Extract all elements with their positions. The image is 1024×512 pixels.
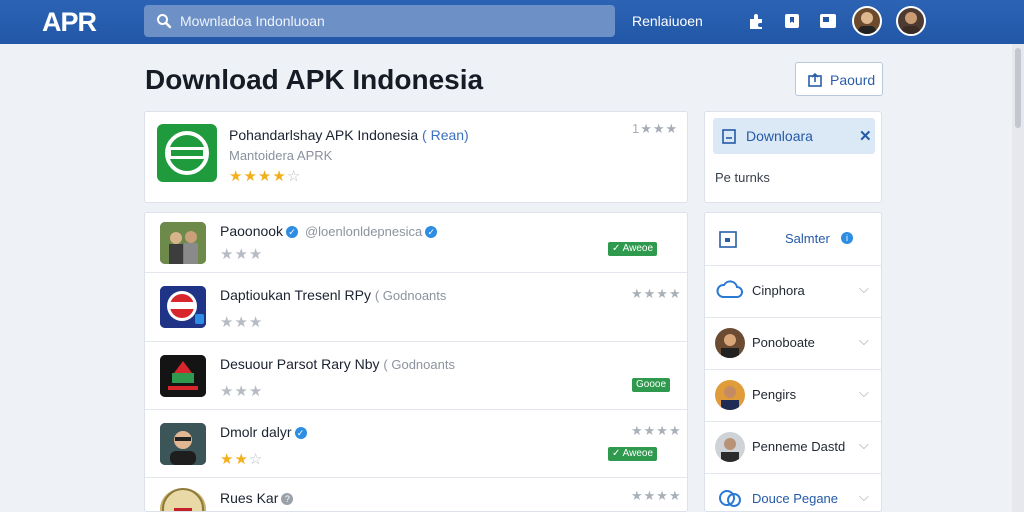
upload-icon: [808, 73, 822, 87]
bookmark-icon[interactable]: [782, 11, 802, 31]
app-handle: ( Godnoants: [383, 357, 455, 372]
search-icon: [157, 14, 172, 29]
star-icon: ☆: [286, 168, 302, 185]
verified-icon: ✓: [294, 427, 307, 440]
star-rating: ★★★: [220, 383, 264, 400]
app-icon: [160, 488, 206, 511]
list-item[interactable]: Dmolr dalyr ✓ ★★★★ ★★☆ ✓ Aweoe: [145, 409, 687, 477]
rating-label: ★★★★: [631, 488, 682, 503]
image-icon[interactable]: [818, 11, 838, 31]
side-item-label: Pengirs: [752, 387, 797, 402]
featured-app-subtitle: Mantoidera APRK: [229, 148, 333, 163]
cloud-icon: [715, 276, 745, 306]
star-rating: ★★★: [220, 314, 264, 331]
scrollbar-thumb[interactable]: [1015, 48, 1021, 128]
star-rating: ★★☆: [220, 451, 264, 468]
featured-tag: ( Rean): [422, 127, 469, 143]
close-icon[interactable]: ✕: [859, 127, 872, 145]
puzzle-icon[interactable]: [747, 11, 767, 31]
app-icon: [160, 355, 206, 397]
star-icon: ★: [257, 168, 273, 185]
list-item[interactable]: Paoonook ✓ @loenlonldepnesica ✓ ★★★ ✓ Aweo…: [145, 213, 687, 272]
side-item-label: Ponoboate: [752, 335, 815, 350]
chevron-down-icon: ⌵: [859, 437, 869, 452]
side-item-label: Douce Pegane: [752, 491, 839, 506]
app-name[interactable]: Dmolr dalyr ✓: [220, 424, 310, 440]
avatar: [715, 328, 745, 358]
side-section-label: Salmter: [785, 231, 830, 246]
chevron-down-icon: ⌵: [859, 281, 869, 296]
report-button[interactable]: Paourd: [795, 62, 883, 96]
app-name-text: Rues Kar: [220, 490, 279, 506]
side-item[interactable]: Pengirs ⌵: [705, 369, 881, 421]
side-item[interactable]: Penneme Dastd ⌵: [705, 421, 881, 473]
download-panel: Downloara ✕ Pe turnks: [704, 111, 882, 203]
top-bar: APR Mownladoa Indonluoan Renlaiuoen: [0, 0, 1024, 44]
download-label: Downloara: [746, 128, 813, 144]
app-handle: @loenlonldepnesica: [304, 224, 423, 239]
featured-app-card[interactable]: Pohandarlshay APK Indonesia ( Rean) Mant…: [144, 111, 688, 203]
avatar-secondary[interactable]: [896, 6, 926, 36]
chevron-down-icon: ⌵: [859, 333, 869, 348]
list-item[interactable]: Rues Kar? ★★★★: [145, 477, 687, 511]
app-name-text: Desuour Parsot Rary Nby: [220, 356, 380, 372]
status-badge: Goooe: [632, 378, 671, 392]
side-item-label: Penneme Dastd: [752, 439, 846, 454]
info-icon: i: [841, 232, 853, 244]
app-list: Paoonook ✓ @loenlonldepnesica ✓ ★★★ ✓ Aweo…: [144, 212, 688, 512]
list-item[interactable]: Desuour Parsot Rary Nby ( Godnoants ★★★ …: [145, 341, 687, 409]
featured-rating-label: 1★★★: [632, 121, 679, 136]
list-item[interactable]: Daptioukan Tresenl RPy ( Godnoants ★★★★ …: [145, 272, 687, 341]
top-nav-link[interactable]: Renlaiuoen: [632, 13, 703, 29]
status-badge: ✓ Aweoe: [608, 447, 658, 461]
app-name[interactable]: Desuour Parsot Rary Nby ( Godnoants: [220, 356, 455, 372]
star-icon: ★: [229, 168, 244, 185]
download-text: Pe turnks: [715, 170, 770, 185]
featured-app-title[interactable]: Pohandarlshay APK Indonesia ( Rean): [229, 127, 469, 143]
app-name-text: Dmolr dalyr: [220, 424, 292, 440]
verified-icon: ✓: [286, 226, 299, 239]
app-name[interactable]: Paoonook ✓ @loenlonldepnesica ✓: [220, 223, 440, 239]
search-input[interactable]: Mownladoa Indonluoan: [144, 5, 615, 37]
side-item[interactable]: Cinphora ⌵: [705, 265, 881, 317]
app-icon: [160, 423, 206, 465]
app-icon: [160, 286, 206, 328]
featured-star-rating: ★★★★☆: [229, 167, 301, 185]
star-rating: ★★★: [220, 246, 264, 263]
report-label: Paourd: [830, 72, 876, 88]
star-icon: ★: [243, 168, 258, 185]
verified-icon: ?: [281, 493, 294, 506]
avatar: [715, 432, 745, 462]
featured-title-text: Pohandarlshay APK Indonesia: [229, 127, 419, 143]
download-header[interactable]: Downloara ✕: [713, 118, 875, 154]
side-item-label: Cinphora: [752, 283, 805, 298]
side-section: Salmter i Cinphora ⌵ Ponoboate ⌵ Pengirs…: [704, 212, 882, 512]
side-item[interactable]: Ponoboate ⌵: [705, 317, 881, 369]
app-handle: ( Godnoants: [374, 288, 447, 303]
star-icon: ★: [272, 168, 287, 185]
app-name-text: Paoonook: [220, 223, 284, 239]
avatar: [715, 380, 745, 410]
verified-icon: ✓: [425, 226, 438, 239]
scrollbar[interactable]: [1012, 44, 1024, 512]
side-section-header[interactable]: Salmter i: [705, 213, 881, 265]
app-name[interactable]: Daptioukan Tresenl RPy ( Godnoants: [220, 287, 446, 303]
file-icon: [722, 129, 736, 144]
chevron-down-icon: ⌵: [859, 385, 869, 400]
app-logo[interactable]: APR: [42, 7, 97, 38]
chat-icon: [715, 484, 745, 511]
status-badge: ✓ Aweoe: [608, 242, 658, 256]
app-icon: [160, 222, 206, 264]
side-item[interactable]: Douce Pegane ⌵: [705, 473, 881, 511]
rating-label: ★★★★: [631, 286, 682, 301]
app-name-text: Daptioukan Tresenl RPy: [220, 287, 371, 303]
calendar-icon: [719, 231, 737, 248]
rating-label: ★★★★: [631, 423, 682, 438]
app-name[interactable]: Rues Kar?: [220, 490, 296, 506]
search-text: Mownladoa Indonluoan: [180, 13, 325, 29]
page-title: Download APK Indonesia: [145, 64, 484, 95]
featured-app-icon: [157, 124, 217, 182]
avatar[interactable]: [852, 6, 882, 36]
chevron-down-icon: ⌵: [859, 489, 869, 504]
